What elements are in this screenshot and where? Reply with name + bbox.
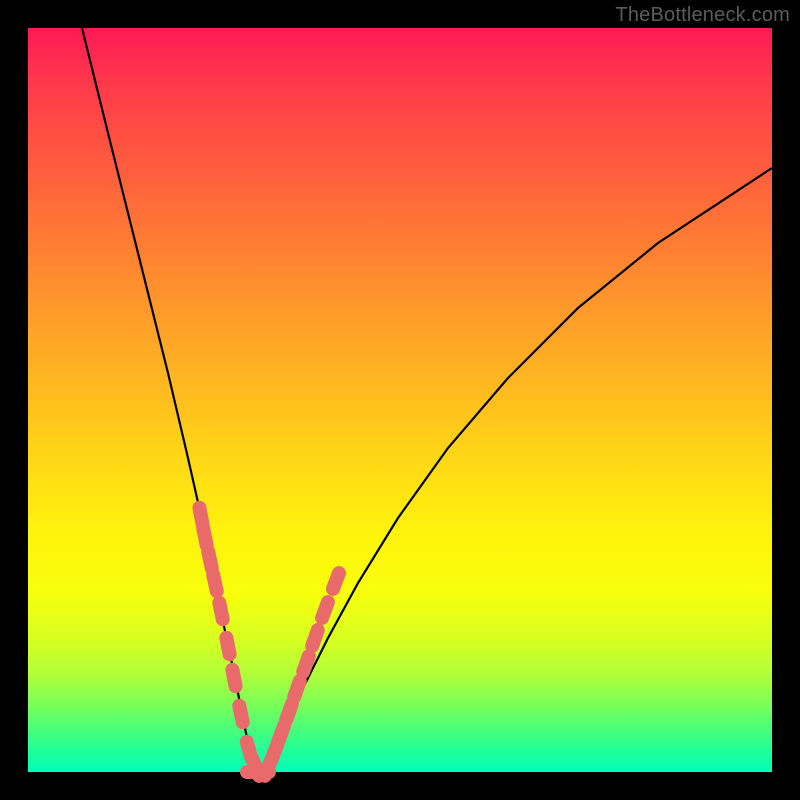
data-marker: [239, 706, 242, 722]
plot-area: [28, 28, 772, 772]
data-marker: [226, 638, 229, 654]
data-marker: [208, 552, 212, 568]
data-marker: [303, 656, 309, 672]
data-marker: [278, 726, 284, 742]
data-marker: [232, 670, 235, 687]
data-marker: [294, 681, 300, 697]
data-marker: [312, 630, 318, 646]
data-marker: [213, 575, 217, 591]
data-marker: [199, 508, 202, 525]
data-marker: [219, 603, 222, 619]
data-marker: [286, 704, 292, 720]
curve-layer: [28, 28, 772, 772]
bottleneck-curve: [82, 28, 772, 772]
watermark-text: TheBottleneck.com: [615, 4, 790, 27]
outer-frame: TheBottleneck.com: [0, 0, 800, 800]
data-point-markers: [199, 508, 339, 776]
data-marker: [203, 529, 206, 545]
data-marker: [333, 573, 339, 589]
data-marker: [322, 602, 328, 618]
